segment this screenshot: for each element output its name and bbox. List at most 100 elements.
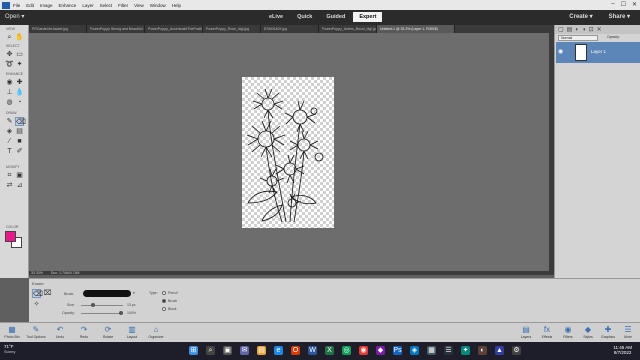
menu-help[interactable]: Help (172, 3, 181, 8)
crop-icon[interactable]: ⌗ (5, 171, 14, 180)
gradient-icon[interactable]: ▤ (15, 127, 24, 136)
photo-bin-button[interactable]: ▦ Photo Bin (1, 325, 23, 339)
task-view-icon[interactable]: ▣ (223, 346, 232, 355)
zoom-icon[interactable]: ⌕ (5, 33, 14, 42)
straighten-icon[interactable]: ⊿ (15, 181, 24, 190)
organizer-button[interactable]: ⌂ Organizer (145, 325, 167, 339)
visibility-eye-icon[interactable]: ◉ (558, 48, 563, 55)
menu-layer[interactable]: Layer (82, 3, 93, 8)
mode-elive[interactable]: eLive (263, 12, 289, 22)
app-icon[interactable]: ☰ (444, 346, 453, 355)
redo-button[interactable]: ↷ Redo (73, 325, 95, 339)
brush-dropdown-icon[interactable]: ▾ (133, 291, 135, 295)
size-slider[interactable] (81, 305, 123, 306)
app-icon[interactable]: ⚙ (512, 346, 521, 355)
app-icon[interactable]: ▲ (495, 346, 504, 355)
size-value[interactable]: 13 px (127, 303, 136, 307)
share-button[interactable]: Share ▾ (609, 13, 630, 20)
doc-tab[interactable]: PowerPoppy_Asters_Blood_digi.jpg (319, 25, 377, 33)
horizontal-scrollbar[interactable] (29, 271, 554, 275)
search-icon[interactable]: ⌕ (206, 346, 215, 355)
mode-guided[interactable]: Guided (320, 12, 351, 22)
app-icon[interactable]: ◉ (359, 346, 368, 355)
eraser-mode-icon[interactable]: ⌫ (32, 289, 43, 298)
content-move-icon[interactable]: ⇄ (5, 181, 14, 190)
shape-icon[interactable]: ■ (15, 137, 24, 146)
eraser-icon[interactable]: ⌫ (15, 117, 26, 126)
doc-tab[interactable]: PRGardeLifeJacket.jpg (29, 25, 87, 33)
layers-button[interactable]: ▤ Layers (515, 325, 537, 339)
close-icon[interactable]: ✕ (632, 1, 637, 8)
new-group-icon[interactable]: ▤ (567, 26, 573, 33)
doc-tab[interactable]: PowerPoppy_Rose_digi.jpg (203, 25, 261, 33)
undo-button[interactable]: ↶ Undo (49, 325, 71, 339)
edge-icon[interactable]: e (274, 346, 283, 355)
document-canvas[interactable] (242, 77, 334, 228)
pencil-icon[interactable]: ✐ (15, 147, 24, 156)
layer-row[interactable]: ◉ Layer 1 (556, 42, 640, 63)
menu-image[interactable]: Image (40, 3, 53, 8)
mode-quick[interactable]: Quick (291, 12, 318, 22)
weather-widget[interactable]: 71°F Sunny (4, 344, 15, 354)
rotate-button[interactable]: ⟳ Rotate (97, 325, 119, 339)
type-brush-radio[interactable] (162, 299, 166, 303)
windows-start-icon[interactable]: ⊞ (189, 346, 198, 355)
zoom-level[interactable]: 33.33% (31, 271, 43, 275)
maximize-icon[interactable]: ☐ (621, 1, 626, 8)
recompose-icon[interactable]: ▣ (15, 171, 24, 180)
office-icon[interactable]: O (291, 346, 300, 355)
spot-heal-icon[interactable]: ✚ (15, 78, 24, 87)
app-icon[interactable]: ◐ (478, 346, 487, 355)
doc-tab[interactable]: ESM04409.jpg (261, 25, 319, 33)
clone-stamp-icon[interactable]: ⊥ (5, 88, 14, 97)
canvas-area[interactable] (29, 33, 549, 271)
minimize-icon[interactable]: – (611, 1, 614, 8)
create-button[interactable]: Create ▾ (569, 13, 592, 20)
mask-icon[interactable]: ◑ (582, 27, 586, 33)
opacity-value[interactable]: 100% (127, 311, 136, 315)
eyedropper-icon[interactable]: ⁄ (5, 137, 14, 146)
lock-icon[interactable]: ⊡ (589, 26, 594, 33)
foreground-color-swatch[interactable] (5, 231, 16, 242)
dodge-icon[interactable]: ◔ (15, 98, 24, 107)
chat-icon[interactable]: ✉ (240, 346, 249, 355)
magic-eraser-icon[interactable]: ✧ (32, 300, 41, 309)
eye-icon[interactable]: ◉ (5, 78, 14, 87)
type-block-radio[interactable] (162, 307, 166, 311)
marquee-icon[interactable]: ▭ (15, 50, 24, 59)
styles-button[interactable]: ◆ Styles (577, 325, 599, 339)
paint-bucket-icon[interactable]: ◈ (5, 127, 14, 136)
open-button[interactable]: Open ▾ (5, 13, 24, 20)
menu-file[interactable]: File (13, 3, 20, 8)
blur-icon[interactable]: 💧 (15, 88, 24, 97)
word-icon[interactable]: W (308, 346, 317, 355)
delete-layer-icon[interactable]: ✕ (597, 26, 602, 33)
lasso-icon[interactable]: ➰ (5, 60, 14, 69)
type-pencil-radio[interactable] (162, 291, 166, 295)
mode-expert[interactable]: Expert (353, 12, 383, 22)
background-eraser-icon[interactable]: ⌧ (43, 289, 52, 298)
opacity-slider[interactable] (81, 313, 123, 314)
blend-mode-select[interactable]: Normal (558, 35, 598, 41)
new-layer-icon[interactable]: ▢ (558, 26, 564, 33)
system-clock[interactable]: 11:46 AM 8/7/2022 (613, 345, 632, 355)
file-explorer-icon[interactable]: ▤ (257, 346, 266, 355)
hand-icon[interactable]: ✋ (15, 33, 24, 42)
menu-window[interactable]: Window (150, 3, 166, 8)
doc-tab[interactable]: PowerPoppy Strong and Beautiful 12.jpg (87, 25, 145, 33)
type-icon[interactable]: T (5, 147, 14, 156)
move-icon[interactable]: ✥ (5, 50, 14, 59)
effects-button[interactable]: fx Effects (536, 325, 558, 339)
graphics-button[interactable]: ✚ Graphics (597, 325, 619, 339)
tool-options-button[interactable]: ✎ Tool Options (25, 325, 47, 339)
menu-enhance[interactable]: Enhance (59, 3, 77, 8)
menu-view[interactable]: View (134, 3, 144, 8)
adjustment-layer-icon[interactable]: ◐ (575, 27, 579, 33)
menu-select[interactable]: Select (100, 3, 113, 8)
brush-icon[interactable]: ✎ (5, 117, 14, 126)
brush-preview[interactable] (83, 290, 131, 297)
opacity-slider-knob[interactable] (119, 311, 123, 315)
sponge-icon[interactable]: ◍ (5, 98, 14, 107)
menu-filter[interactable]: Filter (118, 3, 128, 8)
excel-icon[interactable]: X (325, 346, 334, 355)
